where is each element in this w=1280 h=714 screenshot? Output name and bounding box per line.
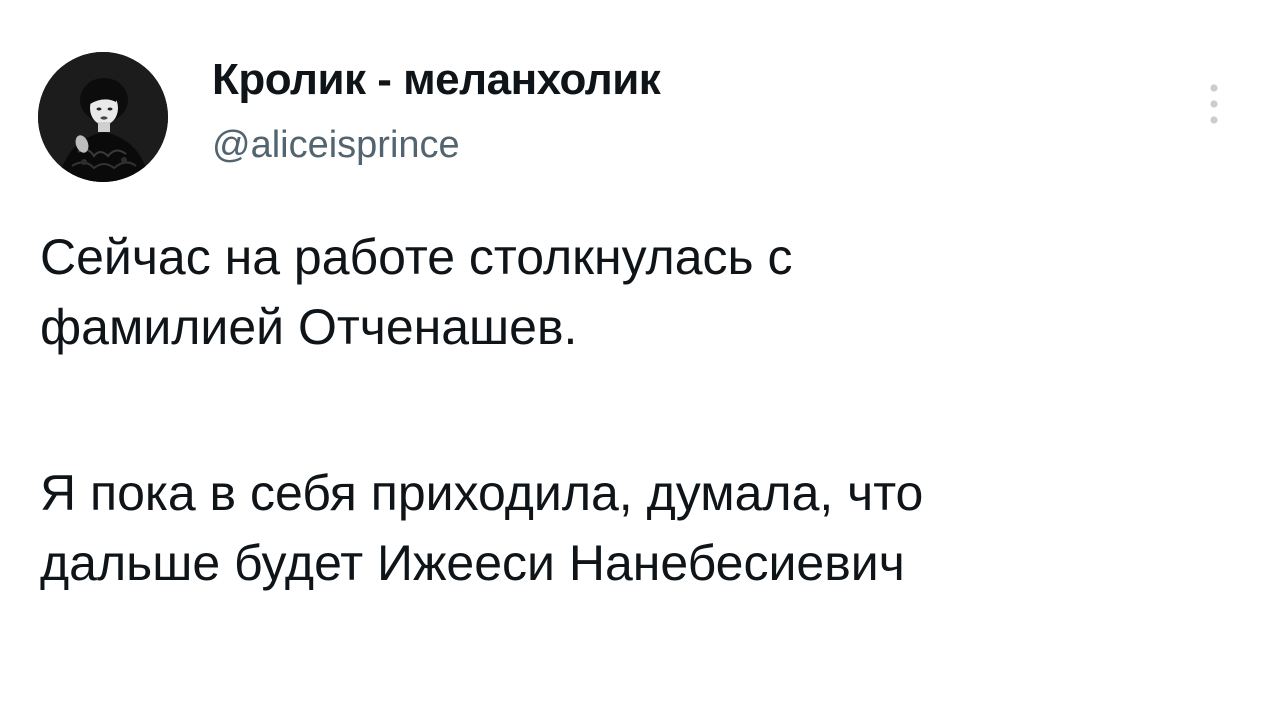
more-vertical-icon [1210,84,1218,124]
avatar[interactable] [38,52,168,182]
author-handle[interactable]: @aliceisprince [212,122,460,168]
avatar-image [38,52,168,182]
author-name[interactable]: Кролик - меланхолик [212,54,661,106]
tweet-card: Кролик - меланхолик @aliceisprince Сейча… [0,0,1280,714]
tweet-text-line: дальше будет Ижееси Нанебесиевич [40,535,905,591]
tweet-text-line: Я пока в себя приходила, думала, что [40,465,924,521]
more-button[interactable] [1196,76,1232,132]
tweet-text: Сейчас на работе столкнулась с фамилией … [40,222,1240,598]
tweet-text-line: Сейчас на работе столкнулась с [40,229,793,285]
tweet-text-line: фамилией Отченашев. [40,299,578,355]
